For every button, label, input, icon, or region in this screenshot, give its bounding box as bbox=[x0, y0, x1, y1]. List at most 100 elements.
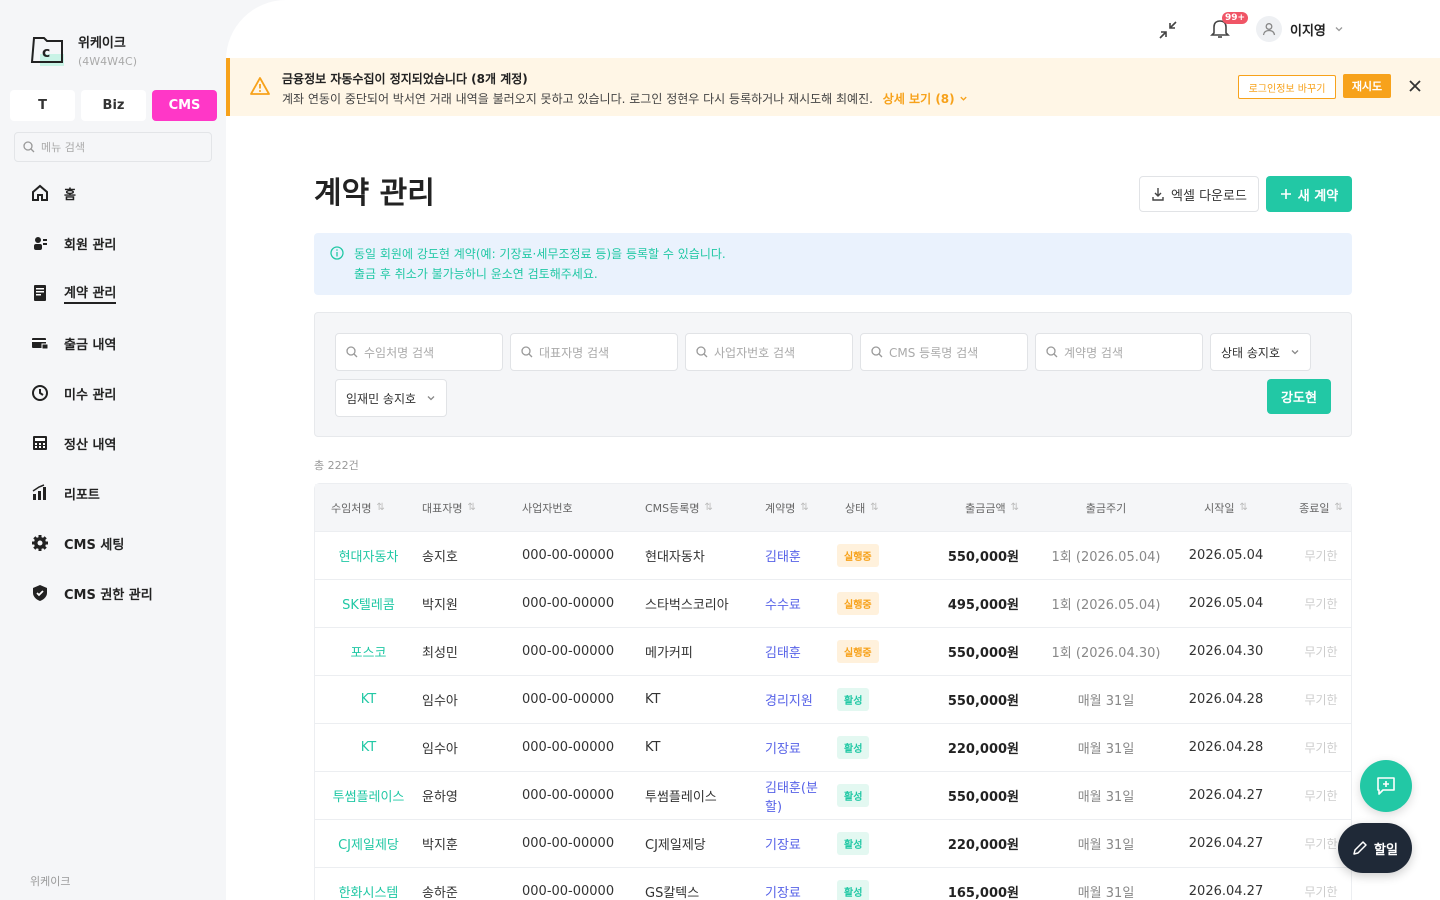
cell-start-date: 2026.04.30 bbox=[1188, 644, 1264, 659]
column-header-bizno: 사업자번호 bbox=[506, 500, 629, 516]
cell-contract-name[interactable]: 김태훈(분할) bbox=[749, 777, 833, 815]
cell-contract-name[interactable]: 기장료 bbox=[749, 882, 833, 900]
column-header-client[interactable]: 수임처명 ⇅ bbox=[315, 500, 406, 516]
secondary-select[interactable]: 임재민 송지호 bbox=[335, 379, 447, 417]
column-header-label: 대표자명 bbox=[422, 501, 463, 515]
cell-status: 실행중 bbox=[833, 640, 915, 663]
download-icon bbox=[1152, 188, 1164, 201]
user-name: 이지영 bbox=[1290, 23, 1326, 39]
sidebar-item-cms-settings[interactable]: CMS 세팅 bbox=[0, 518, 226, 568]
cell-client[interactable]: 포스코 bbox=[315, 642, 406, 661]
cell-contract-name[interactable]: 기장료 bbox=[749, 738, 833, 757]
close-icon[interactable] bbox=[1406, 77, 1424, 95]
todo-fab-button[interactable]: 할일 bbox=[1338, 823, 1412, 873]
alert-details-link[interactable]: 상세 보기 (8) bbox=[883, 92, 968, 106]
client-search-input[interactable]: 수임처명 검색 bbox=[335, 333, 503, 371]
sidebar-item-label: 미수 관리 bbox=[64, 387, 117, 403]
brand[interactable]: c 위케이크 (4W4W4C) bbox=[28, 30, 137, 70]
table-header: 수임처명 ⇅ 대표자명 ⇅ 사업자번호 CMS등록명 ⇅ 계약명 ⇅ 상태 ⇅ 출금금액 ⇅… bbox=[315, 484, 1351, 532]
total-count: 총 222건 bbox=[314, 459, 359, 472]
cell-client[interactable]: CJ제일제당 bbox=[315, 834, 406, 853]
cell-start-date: 2026.04.28 bbox=[1188, 692, 1264, 707]
sidebar-item-settlement[interactable]: 정산 내역 bbox=[0, 418, 226, 468]
notification-bell-icon[interactable]: 99+ bbox=[1208, 12, 1249, 42]
cell-client[interactable]: 한화시스템 bbox=[315, 882, 406, 900]
footer-brand: 위케이크 bbox=[30, 875, 71, 888]
table-row[interactable]: CJ제일제당 박지훈 000-00-00000 CJ제일제당 기장료 활성 220,000원… bbox=[315, 820, 1351, 868]
column-header-amount[interactable]: 출금금액 ⇅ bbox=[915, 500, 1031, 516]
cell-client[interactable]: SK텔레콤 bbox=[315, 594, 406, 613]
user-menu[interactable]: 이지영 bbox=[1256, 16, 1344, 42]
chat-add-icon bbox=[1377, 777, 1395, 795]
cell-status: 활성 bbox=[833, 832, 915, 855]
chat-fab-button[interactable] bbox=[1360, 760, 1412, 812]
retry-button[interactable]: 재시도 bbox=[1343, 74, 1391, 98]
sidebar-item-home[interactable]: 홈 bbox=[0, 168, 226, 218]
cell-amount: 550,000원 bbox=[947, 694, 1019, 709]
home-icon bbox=[30, 183, 50, 203]
column-header-status[interactable]: 상태 ⇅ bbox=[833, 500, 915, 516]
menu-search-input[interactable]: 메뉴 검색 bbox=[14, 132, 212, 162]
cell-status: 활성 bbox=[833, 688, 915, 711]
cell-contract-name[interactable]: 경리지원 bbox=[749, 690, 833, 709]
update-login-button[interactable]: 로그인정보 바꾸기 bbox=[1238, 75, 1336, 99]
sidebar-item-contracts[interactable]: 계약 관리 bbox=[0, 268, 226, 318]
cell-client[interactable]: KT bbox=[315, 692, 406, 707]
cell-client[interactable]: KT bbox=[315, 740, 406, 755]
new-contract-label: 새 계약 bbox=[1297, 188, 1339, 204]
table-row[interactable]: 한화시스템 송하준 000-00-00000 GS칼텍스 기장료 활성 165,000원 매월… bbox=[315, 868, 1351, 900]
cms-search-placeholder: CMS 등록명 검색 bbox=[889, 345, 979, 360]
cell-contract-name[interactable]: 기장료 bbox=[749, 834, 833, 853]
cell-client[interactable]: 현대자동차 bbox=[315, 546, 406, 565]
mode-tab-cms[interactable]: CMS bbox=[152, 90, 217, 121]
status-select-value: 상태 송지호 bbox=[1221, 345, 1281, 360]
column-header-end[interactable]: 종료일 ⇅ bbox=[1271, 500, 1351, 516]
cell-client[interactable]: 투썸플레이스 bbox=[315, 786, 406, 805]
cell-contract-name[interactable]: 수수료 bbox=[749, 594, 833, 613]
sidebar-item-cms-permissions[interactable]: CMS 권한 관리 bbox=[0, 568, 226, 618]
sidebar-item-members[interactable]: 회원 관리 bbox=[0, 218, 226, 268]
table-row[interactable]: KT 임수아 000-00-00000 KT 기장료 활성 220,000원 매월 31일 20… bbox=[315, 724, 1351, 772]
cell-cms-name: 스타벅스코리아 bbox=[645, 598, 729, 613]
cell-representative: 송지호 bbox=[422, 550, 458, 565]
table-row[interactable]: KT 임수아 000-00-00000 KT 경리지원 활성 550,000원 매월 31일 2… bbox=[315, 676, 1351, 724]
collapse-icon[interactable] bbox=[1156, 18, 1180, 42]
sidebar-item-withdrawals[interactable]: 출금 내역 bbox=[0, 318, 226, 368]
bizno-search-placeholder: 사업자번호 검색 bbox=[714, 345, 796, 360]
status-select[interactable]: 상태 송지호 bbox=[1210, 333, 1311, 371]
cell-bizno: 000-00-00000 bbox=[522, 836, 615, 851]
sidebar-item-receivables[interactable]: 미수 관리 bbox=[0, 368, 226, 418]
cms-search-input[interactable]: CMS 등록명 검색 bbox=[860, 333, 1028, 371]
cell-end-date: 무기한 bbox=[1304, 645, 1338, 659]
sidebar-item-report[interactable]: 리포트 bbox=[0, 468, 226, 518]
status-badge: 활성 bbox=[837, 832, 870, 855]
status-badge: 활성 bbox=[837, 736, 870, 759]
column-header-label: 수임처명 bbox=[331, 501, 372, 515]
table-row[interactable]: 투썸플레이스 윤하영 000-00-00000 투썸플레이스 김태훈(분할) 활성 550,… bbox=[315, 772, 1351, 820]
cell-cycle: 매월 31일 bbox=[1077, 886, 1135, 900]
cell-contract-name[interactable]: 김태훈 bbox=[749, 642, 833, 661]
column-header-rep[interactable]: 대표자명 ⇅ bbox=[406, 500, 506, 516]
representative-search-input[interactable]: 대표자명 검색 bbox=[510, 333, 678, 371]
excel-download-button[interactable]: 엑셀 다운로드 bbox=[1139, 176, 1259, 212]
table-row[interactable]: 현대자동차 송지호 000-00-00000 현대자동차 김태훈 실행중 550,000원 1… bbox=[315, 532, 1351, 580]
column-header-label: CMS등록명 bbox=[645, 501, 700, 515]
cell-contract-name[interactable]: 김태훈 bbox=[749, 546, 833, 565]
column-header-contract[interactable]: 계약명 ⇅ bbox=[749, 500, 833, 516]
main-content: 99+ 이지영 금융정보 자동수집이 정지되었습니다 (8개 계정) 계좌 연동… bbox=[226, 0, 1440, 900]
cell-start-date: 2026.04.27 bbox=[1188, 836, 1264, 851]
table-row[interactable]: 포스코 최성민 000-00-00000 메가커피 김태훈 실행중 550,000원 1회 (… bbox=[315, 628, 1351, 676]
new-contract-button[interactable]: 새 계약 bbox=[1266, 176, 1352, 212]
chevron-down-icon bbox=[1291, 350, 1299, 355]
search-button[interactable]: 강도현 bbox=[1267, 379, 1331, 414]
table-row[interactable]: SK텔레콤 박지원 000-00-00000 스타벅스코리아 수수료 실행중 495,000… bbox=[315, 580, 1351, 628]
column-header-start[interactable]: 시작일 ⇅ bbox=[1181, 500, 1271, 516]
mode-tab-biz[interactable]: Biz bbox=[81, 90, 146, 121]
column-header-cms[interactable]: CMS등록명 ⇅ bbox=[629, 500, 749, 516]
contract-search-placeholder: 계약명 검색 bbox=[1064, 345, 1124, 360]
cell-bizno: 000-00-00000 bbox=[522, 692, 615, 707]
contract-search-input[interactable]: 계약명 검색 bbox=[1035, 333, 1203, 371]
mode-tab-t[interactable]: T bbox=[10, 90, 75, 121]
status-badge: 활성 bbox=[837, 880, 870, 900]
bizno-search-input[interactable]: 사업자번호 검색 bbox=[685, 333, 853, 371]
